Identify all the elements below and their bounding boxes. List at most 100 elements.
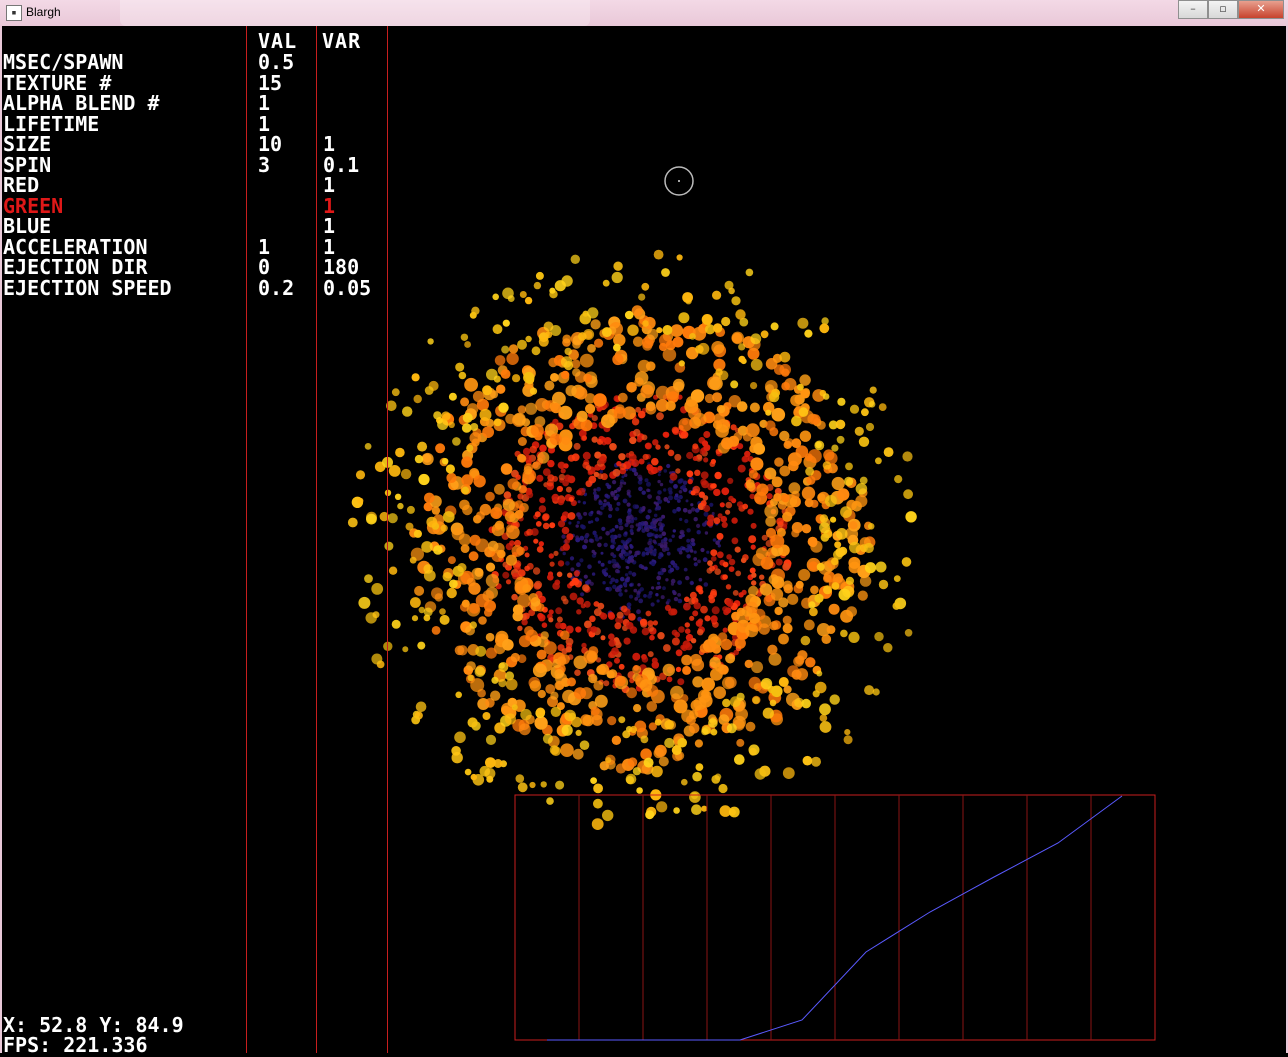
- particle: [510, 652, 520, 663]
- particle-scene: [347, 166, 1156, 1041]
- particle: [598, 499, 602, 503]
- particle: [641, 627, 650, 636]
- particle: [713, 488, 721, 497]
- particle: [614, 524, 619, 529]
- param-value[interactable]: 3: [258, 153, 270, 177]
- particle: [614, 657, 620, 664]
- particle: [364, 574, 373, 583]
- particle: [372, 611, 380, 619]
- particle: [589, 615, 596, 623]
- particle: [645, 403, 657, 415]
- particle: [656, 327, 663, 334]
- particle: [446, 472, 457, 483]
- particle: [644, 442, 652, 450]
- particle: [745, 268, 754, 277]
- param-variance[interactable]: 0.05: [323, 276, 371, 300]
- particle: [470, 423, 479, 431]
- particle: [565, 646, 572, 653]
- particle: [561, 436, 571, 445]
- particle: [787, 452, 802, 467]
- particle: [615, 568, 620, 574]
- particle: [641, 656, 649, 663]
- particle: [608, 669, 618, 679]
- particle: [549, 433, 562, 446]
- particle: [678, 360, 685, 367]
- particle: [849, 521, 858, 530]
- curve-editor[interactable]: [514, 794, 1156, 1041]
- particle: [536, 474, 544, 482]
- particle: [693, 562, 698, 567]
- particle: [681, 484, 686, 489]
- particle: [515, 774, 525, 783]
- particle: [695, 585, 703, 593]
- particle: [585, 403, 596, 414]
- particle: [405, 522, 414, 531]
- particle: [582, 451, 591, 460]
- particle: [770, 322, 779, 331]
- particle: [520, 708, 532, 721]
- particle: [836, 528, 848, 540]
- particle: [593, 393, 607, 407]
- particle: [624, 310, 634, 320]
- particle: [387, 513, 398, 524]
- particle: [782, 767, 795, 779]
- particle: [672, 509, 677, 514]
- particle: [459, 499, 470, 511]
- particle: [584, 534, 589, 539]
- particle: [592, 491, 597, 495]
- particle: [728, 558, 736, 566]
- param-label[interactable]: EJECTION SPEED: [3, 276, 172, 300]
- particle: [485, 491, 495, 502]
- particle: [728, 495, 734, 502]
- column-divider-var: [316, 26, 317, 1053]
- particle: [791, 415, 802, 427]
- particle: [529, 781, 536, 789]
- particle: [469, 603, 480, 614]
- particle: [632, 652, 641, 661]
- particle: [677, 593, 681, 597]
- particle: [364, 443, 372, 450]
- particle: [632, 336, 644, 347]
- particle: [581, 435, 587, 441]
- particle: [659, 544, 665, 549]
- particle: [835, 419, 846, 430]
- particle: [616, 501, 621, 506]
- particle: [607, 611, 615, 619]
- particle: [849, 541, 861, 554]
- particle: [466, 661, 476, 671]
- particle: [525, 629, 539, 642]
- particle: [591, 714, 603, 726]
- particle: [632, 767, 642, 776]
- particle: [774, 606, 783, 616]
- particle: [695, 763, 704, 771]
- particle: [745, 624, 759, 638]
- particle: [629, 524, 634, 529]
- particle: [616, 611, 624, 619]
- particle: [622, 730, 631, 739]
- particle: [686, 538, 691, 543]
- particle: [567, 572, 573, 578]
- particle: [631, 572, 637, 577]
- particle: [702, 557, 708, 563]
- particle: [738, 343, 746, 351]
- particle: [731, 331, 744, 345]
- particle: [637, 359, 651, 373]
- particle: [666, 598, 671, 603]
- particle: [626, 687, 637, 699]
- particle: [605, 757, 612, 764]
- particle: [517, 405, 527, 414]
- particle: [627, 757, 638, 767]
- particle: [475, 645, 487, 657]
- particle: [692, 771, 702, 782]
- particle: [903, 489, 913, 500]
- particle: [569, 580, 575, 587]
- particle: [647, 494, 652, 499]
- particle: [672, 563, 678, 568]
- param-value[interactable]: 0.2: [258, 276, 294, 300]
- particle: [805, 467, 814, 476]
- particle: [769, 699, 777, 707]
- particle: [597, 663, 610, 676]
- particle: [591, 818, 604, 830]
- header-var: VAR: [322, 29, 362, 53]
- curve-editor-grid: [578, 795, 1092, 1040]
